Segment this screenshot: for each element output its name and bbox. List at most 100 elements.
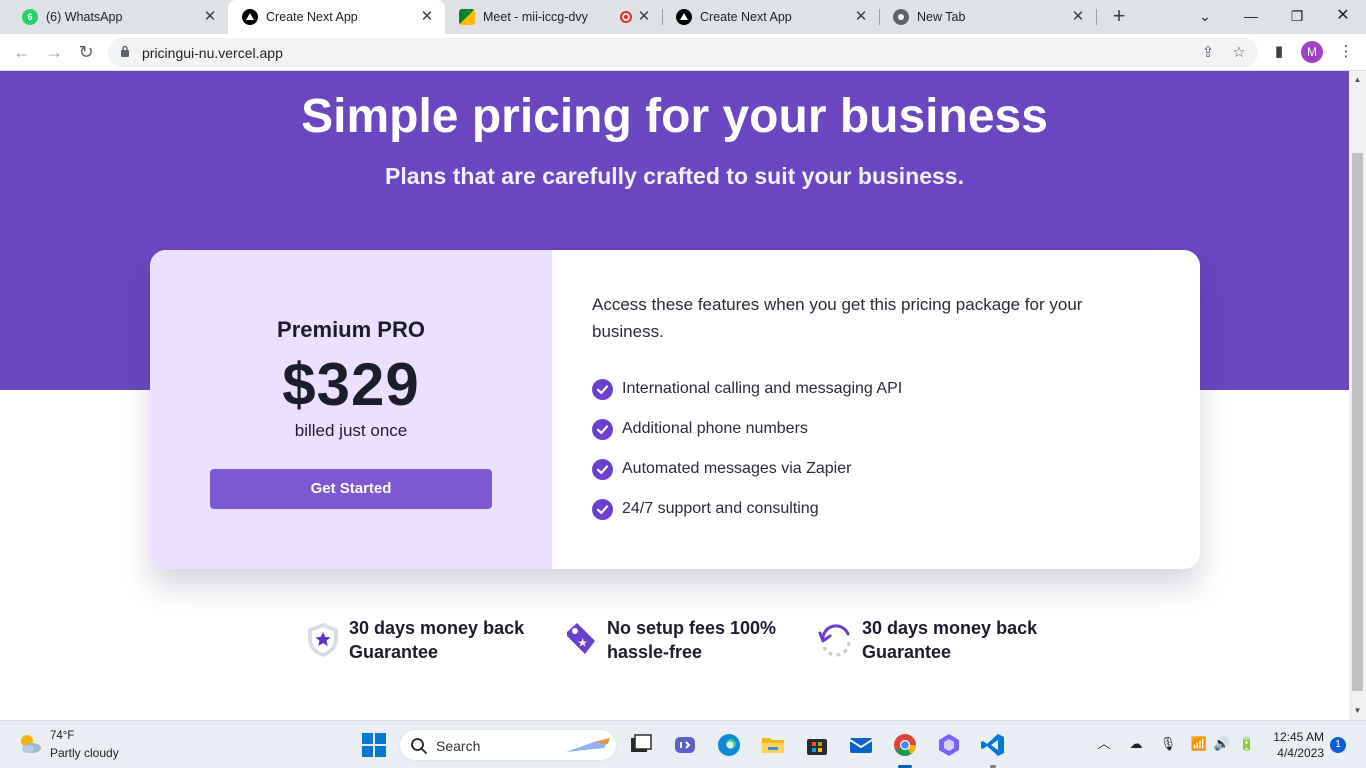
feature-item: International calling and messaging API	[592, 369, 902, 409]
features-intro: Access these features when you get this …	[592, 295, 1083, 341]
nextjs-icon	[242, 9, 258, 25]
onedrive-offline-icon[interactable]: ☁	[1126, 734, 1146, 754]
clock-date: 4/4/2023	[1277, 746, 1324, 760]
refresh-icon	[818, 624, 851, 657]
page-scrollbar[interactable]: ▲ ▼	[1349, 71, 1366, 720]
battery-icon[interactable]: 🔋	[1237, 734, 1257, 754]
hero-title: Simple pricing for your business	[301, 90, 1048, 143]
price-tag-icon	[567, 623, 595, 654]
scroll-down-arrow-icon[interactable]: ▼	[1349, 704, 1366, 718]
get-started-button[interactable]: Get Started	[210, 469, 492, 509]
close-tab-icon[interactable]: ✕	[1070, 9, 1086, 25]
windows-taskbar: 74°F Partly cloudy Search ︿ ☁ 🎙 📶 🔊 🔋 12…	[0, 720, 1366, 768]
forward-button[interactable]: →	[42, 40, 66, 64]
close-tab-icon[interactable]: ✕	[636, 9, 652, 25]
windows-start-icon[interactable]	[361, 732, 387, 758]
plan-name: Premium PRO	[277, 317, 425, 342]
plan-price: $329	[282, 351, 420, 418]
tab-title: Create Next App	[700, 10, 792, 24]
tab-new-tab[interactable]: New Tab ✕	[879, 0, 1097, 34]
close-tab-icon[interactable]: ✕	[853, 9, 869, 25]
scrollbar-thumb[interactable]	[1352, 153, 1363, 691]
weather-temperature[interactable]: 74°F	[50, 730, 74, 742]
file-explorer-icon[interactable]	[760, 732, 786, 758]
tab-create-next-app[interactable]: Create Next App ✕	[662, 0, 880, 34]
feature-list: International calling and messaging API …	[592, 369, 902, 529]
minimize-button[interactable]: —	[1239, 4, 1263, 28]
microsoft-store-icon[interactable]	[804, 732, 830, 758]
profile-avatar[interactable]: M	[1301, 41, 1323, 63]
tab-create-next-app-active[interactable]: Create Next App ✕	[228, 0, 445, 34]
check-circle-icon	[592, 418, 613, 440]
menu-kebab-icon[interactable]: ⋮	[1335, 41, 1357, 63]
partly-cloudy-icon[interactable]	[16, 730, 44, 758]
guarantee-text: 30 days money back Guarantee	[349, 618, 525, 662]
check-circle-icon	[592, 498, 613, 520]
close-tab-icon[interactable]: ✕	[419, 9, 435, 25]
vscode-icon[interactable]	[980, 732, 1006, 758]
tab-title: Create Next App	[266, 10, 358, 24]
address-bar[interactable]: pricingui-nu.vercel.app ⇪ ☆	[108, 38, 1258, 67]
side-panel-icon[interactable]: ▮	[1268, 41, 1290, 63]
google-meet-icon	[459, 9, 475, 25]
hero-subtitle: Plans that are carefully crafted to suit…	[384, 163, 964, 189]
scroll-up-arrow-icon[interactable]: ▲	[1349, 73, 1366, 87]
mail-icon[interactable]	[848, 732, 874, 758]
maximize-button[interactable]: ❐	[1285, 4, 1309, 28]
lock-icon	[121, 45, 129, 57]
share-icon[interactable]: ⇪	[1198, 43, 1218, 63]
shield-star-icon	[308, 623, 338, 657]
guarantee-item: 30 days money back Guarantee	[303, 616, 524, 664]
tab-google-meet[interactable]: Meet - mii-iccg-dvy ✕	[445, 0, 663, 34]
feature-item: Automated messages via Zapier	[592, 449, 902, 489]
whatsapp-badge: 6	[27, 12, 33, 22]
wifi-icon[interactable]: 📶	[1189, 734, 1209, 754]
check-circle-icon	[592, 378, 613, 400]
close-tab-icon[interactable]: ✕	[202, 9, 218, 25]
back-button[interactable]: ←	[10, 40, 34, 64]
chrome-taskbar-icon[interactable]	[892, 732, 918, 758]
microphone-icon[interactable]: 🎙	[1158, 734, 1178, 754]
features-panel: Access these features when you get this …	[552, 250, 1200, 569]
browser-toolbar: ← → ↻ pricingui-nu.vercel.app ⇪ ☆ ▮ M ⋮	[0, 34, 1366, 71]
recording-icon	[620, 11, 632, 23]
tab-strip: 6 (6) WhatsApp ✕ Create Next App ✕ Meet …	[0, 0, 1366, 34]
new-tab-button[interactable]: +	[1108, 5, 1130, 28]
guarantee-text: 30 days money back Guarantee	[862, 618, 1038, 662]
reload-button[interactable]: ↻	[74, 40, 98, 64]
notification-badge[interactable]: 1	[1330, 737, 1346, 753]
edge-icon[interactable]	[716, 732, 742, 758]
weather-description[interactable]: Partly cloudy	[50, 746, 119, 760]
feature-text: Automated messages via Zapier	[622, 460, 852, 477]
search-highlight-icon	[566, 738, 610, 752]
volume-icon[interactable]: 🔊	[1212, 734, 1232, 754]
guarantee-item: 30 days money back Guarantee	[816, 616, 1037, 664]
teams-chat-icon[interactable]	[672, 732, 698, 758]
system-clock[interactable]: 12:45 AM 4/4/2023	[1262, 729, 1324, 761]
chrome-icon	[893, 9, 909, 25]
feature-item: 24/7 support and consulting	[592, 489, 902, 529]
task-view-icon[interactable]	[628, 732, 654, 758]
tab-title: Meet - mii-iccg-dvy	[483, 10, 588, 24]
pricing-card: Premium PRO $329 billed just once Get St…	[150, 250, 1200, 569]
search-label: Search	[436, 738, 481, 754]
show-hidden-icons-chevron-icon[interactable]: ︿	[1094, 734, 1114, 754]
tab-title: New Tab	[917, 10, 966, 24]
guarantee-text: No setup fees 100% hassle-free	[607, 618, 777, 662]
page-viewport: Simple pricing for your business Plans t…	[0, 71, 1349, 720]
search-icon	[411, 738, 427, 754]
plan-billing: billed just once	[294, 421, 408, 440]
url-text: pricingui-nu.vercel.app	[142, 45, 283, 61]
close-window-button[interactable]: ✕	[1331, 4, 1355, 28]
tab-search-chevron-icon[interactable]: ⌄	[1193, 4, 1217, 28]
check-circle-icon	[592, 458, 613, 480]
feature-text: Additional phone numbers	[622, 420, 808, 437]
feature-item: Additional phone numbers	[592, 409, 902, 449]
tab-whatsapp[interactable]: 6 (6) WhatsApp ✕	[8, 0, 228, 34]
bookmark-star-icon[interactable]: ☆	[1229, 43, 1249, 63]
taskbar-search[interactable]: Search	[399, 729, 617, 761]
copilot-app-icon[interactable]	[936, 732, 962, 758]
guarantee-item: No setup fees 100% hassle-free	[561, 616, 776, 664]
nextjs-icon	[676, 9, 692, 25]
clock-time: 12:45 AM	[1273, 730, 1324, 744]
